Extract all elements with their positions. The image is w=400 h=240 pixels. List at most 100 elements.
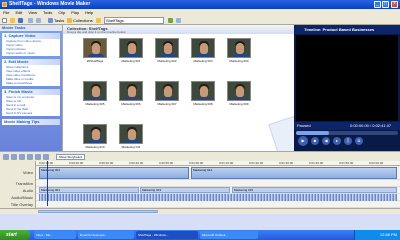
undo-icon	[28, 18, 33, 23]
collection-subtitle: Drag a clip and drop it on the timeline …	[67, 30, 127, 34]
task-automovie[interactable]: Make an AutoMovie	[2, 81, 60, 85]
clip-label: Marketing 008	[193, 102, 213, 106]
save-icon	[18, 18, 23, 23]
audio-track-label[interactable]: Audio	[0, 187, 36, 194]
play-button[interactable]: ▶	[298, 136, 308, 146]
open-folder-icon	[10, 18, 15, 23]
narrate-timeline-icon[interactable]	[35, 154, 41, 160]
clip-thumbnail[interactable]: Marketing 001	[119, 38, 143, 64]
ruler-tick: 0:01:20.00	[249, 161, 264, 165]
audio-levels-icon[interactable]	[43, 154, 49, 160]
taskbar: start Inbox - Mic... Email for business.…	[0, 230, 400, 240]
clip-thumbnail[interactable]: Marketing 006	[119, 81, 143, 107]
stop-button[interactable]: ■	[311, 137, 319, 145]
clip-thumbnail[interactable]: Marketing 007	[155, 81, 179, 107]
video-track-label[interactable]: Video	[0, 166, 36, 180]
rewind-timeline-icon[interactable]	[19, 154, 25, 160]
redo-button[interactable]	[36, 17, 42, 24]
timeline-video-clip[interactable]: Marketing 001	[39, 167, 189, 179]
clip-thumbnail[interactable]: Marketing 004	[227, 38, 251, 64]
zoom-in-icon[interactable]	[3, 154, 9, 160]
play-timeline-icon[interactable]	[27, 154, 33, 160]
taskbar-window[interactable]: Inbox - Mic...	[34, 231, 76, 239]
seek-bar-progress	[296, 131, 329, 135]
collection-dropdown[interactable]: ShelfTags	[104, 17, 164, 24]
timeline-playhead[interactable]	[47, 161, 48, 206]
system-tray: 12:58 PM	[354, 230, 400, 240]
finish-movie-section: 3. Finish Movie Save to my computer Save…	[2, 89, 60, 116]
monitor-status-text: Paused	[297, 123, 311, 128]
show-storyboard-button[interactable]: Show Storyboard	[56, 154, 86, 160]
views-button[interactable]	[176, 17, 182, 24]
music-waveform[interactable]	[39, 194, 397, 201]
ruler-tick: 0:00:20.00	[69, 161, 84, 165]
split-clip-button[interactable]: ⫿	[344, 137, 352, 145]
tasks-button[interactable]: Tasks	[48, 17, 64, 24]
clip-thumbnail[interactable]: Marketing 005	[83, 81, 107, 107]
zoom-out-icon[interactable]	[11, 154, 17, 160]
maximize-button[interactable]: □	[382, 1, 389, 8]
redo-icon	[36, 18, 41, 23]
taskbar-window-active[interactable]: ShelfTags - Windows...	[136, 231, 198, 239]
timeline-video-clip[interactable]: Marketing 014	[191, 167, 397, 179]
title-bar: ShelfTags - Windows Movie Maker _ □ ×	[0, 0, 400, 9]
previous-frame-button[interactable]: ◀	[322, 137, 330, 145]
movie-tasks-header: Movie Tasks	[0, 25, 62, 31]
taskbar-window[interactable]: Email for business...	[78, 231, 134, 239]
monitor-status-bar: Paused 0:00:00.00 / 0:02:41.07	[294, 122, 400, 130]
timeline-toolbar: Show Storyboard	[0, 151, 400, 161]
clip-thumbnail[interactable]: Marketing 009	[227, 81, 251, 107]
ruler-tick: 0:01:40.00	[309, 161, 324, 165]
clip-thumbnail[interactable]: 20ShelfTags	[83, 38, 107, 64]
collection-folder-button[interactable]	[96, 17, 102, 24]
close-button[interactable]: ×	[391, 1, 398, 8]
title-overlay-track[interactable]	[36, 201, 400, 208]
undo-button[interactable]	[28, 17, 34, 24]
menu-clip[interactable]: Clip	[58, 10, 65, 15]
taskbar-window[interactable]: Microsoft Outlook...	[200, 231, 258, 239]
music-track[interactable]	[36, 194, 400, 201]
clip-thumbnail[interactable]: Marketing 011	[119, 124, 143, 150]
monitor-time: 0:00:00.00 / 0:02:41.07	[350, 123, 392, 128]
clip-thumbnail[interactable]: Marketing 008	[191, 81, 215, 107]
clip-label: Marketing 011	[121, 145, 141, 149]
snapshot-button[interactable]: ◘	[355, 137, 363, 145]
task-import-audio[interactable]: Import audio or music	[2, 51, 60, 55]
start-button[interactable]: start	[0, 230, 30, 240]
edit-movie-section: 2. Edit Movie Show collections View vide…	[2, 59, 60, 86]
save-project-button[interactable]	[18, 17, 24, 24]
collections-button[interactable]: Collections	[67, 17, 93, 24]
audio-track[interactable]: Marketing 001 Marketing 013 Marketing 01…	[36, 187, 400, 194]
menu-edit[interactable]: Edit	[15, 10, 22, 15]
timeline-audio-clip[interactable]: Marketing 013	[140, 187, 230, 193]
open-project-button[interactable]	[10, 17, 16, 24]
collection-pane: Collection: ShelfTags Drag a clip and dr…	[62, 25, 322, 172]
collection-header: Collection: ShelfTags Drag a clip and dr…	[63, 25, 295, 34]
timeline-scrollbar-thumb[interactable]	[38, 210, 158, 213]
menu-tools[interactable]: Tools	[43, 10, 52, 15]
menu-view[interactable]: View	[28, 10, 37, 15]
transition-track[interactable]	[36, 180, 400, 187]
task-send-dv-camera[interactable]: Send to DV camera	[2, 111, 60, 115]
clip-label: Marketing 001	[121, 59, 141, 63]
video-track[interactable]: Marketing 001 Marketing 014	[36, 166, 400, 180]
movie-tips-title[interactable]: Movie Making Tips	[2, 119, 60, 125]
menu-bar: File Edit View Tools Clip Play Help	[0, 9, 400, 16]
timeline-audio-clip[interactable]: Marketing 015	[232, 187, 397, 193]
clip-thumbnail[interactable]: Marketing 003	[191, 38, 215, 64]
collections-icon	[67, 18, 72, 23]
up-one-level-button[interactable]	[168, 17, 174, 24]
minimize-button[interactable]: _	[374, 1, 381, 8]
music-track-label[interactable]: Audio/Music	[0, 194, 36, 201]
menu-play[interactable]: Play	[71, 10, 79, 15]
menu-file[interactable]: File	[3, 10, 9, 15]
clip-thumbnail[interactable]: Marketing 010	[83, 124, 107, 150]
clip-thumbnail[interactable]: Marketing 002	[155, 38, 179, 64]
menu-help[interactable]: Help	[85, 10, 93, 15]
next-frame-button[interactable]: ▸	[333, 137, 341, 145]
transition-track-label[interactable]: Transition	[0, 180, 36, 187]
timeline-audio-clip[interactable]: Marketing 001	[39, 187, 139, 193]
new-project-button[interactable]	[2, 17, 8, 24]
title-overlay-track-label[interactable]: Title Overlay	[0, 201, 36, 208]
clip-label: Marketing 010	[85, 145, 105, 149]
